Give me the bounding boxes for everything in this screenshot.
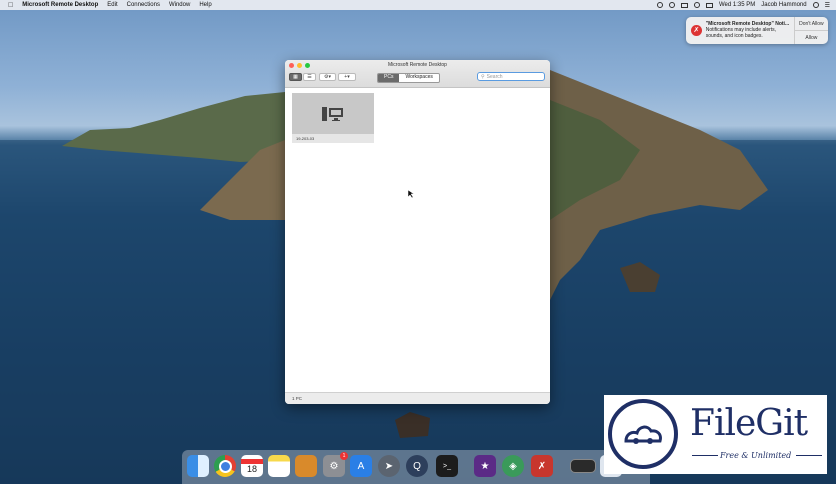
remote-desktop-window: Microsoft Remote Desktop ▦ ☰ ⚙▾ +▾ PCs W… bbox=[285, 60, 550, 404]
quicktime-icon[interactable]: Q bbox=[406, 455, 428, 477]
notes-icon[interactable] bbox=[268, 455, 290, 477]
dont-allow-button[interactable]: Don't Allow bbox=[795, 17, 828, 30]
notification-body: Notifications may include alerts, sounds… bbox=[705, 27, 777, 39]
window-titlebar: Microsoft Remote Desktop ▦ ☰ ⚙▾ +▾ PCs W… bbox=[285, 60, 550, 88]
screenshot-icon[interactable] bbox=[570, 459, 596, 473]
divider bbox=[692, 455, 718, 456]
mouse-cursor-icon bbox=[408, 190, 414, 198]
clock[interactable]: Wed 1:35 PM bbox=[719, 2, 755, 8]
gear-icon: ⚙▾ bbox=[324, 74, 331, 80]
grid-view-button[interactable]: ▦ bbox=[289, 73, 302, 81]
menu-bar:  Microsoft Remote Desktop Edit Connecti… bbox=[0, 0, 836, 10]
app-store-icon[interactable]: A bbox=[350, 455, 372, 477]
dock: 18 ⚙ 1 A ➤ Q >_ ★ ◈ ✗ bbox=[182, 450, 650, 484]
filegit-logo-icon bbox=[608, 399, 678, 469]
tab-workspaces[interactable]: Workspaces bbox=[399, 74, 439, 82]
system-preferences-icon[interactable]: ⚙ 1 bbox=[323, 452, 348, 477]
finder-icon[interactable] bbox=[187, 455, 209, 477]
notification-banner: ✗ "Microsoft Remote Desktop" Noti... Not… bbox=[686, 17, 828, 44]
preferences-badge: 1 bbox=[340, 452, 348, 460]
calendar-icon[interactable]: 18 bbox=[241, 455, 263, 477]
settings-button[interactable]: ⚙▾ bbox=[319, 73, 336, 81]
filegit-tagline: Free & Unlimited bbox=[720, 451, 792, 460]
books-icon[interactable] bbox=[295, 455, 317, 477]
plus-icon: +▾ bbox=[344, 74, 350, 80]
search-icon: ⚲ bbox=[481, 73, 485, 80]
app-menu[interactable]: Microsoft Remote Desktop bbox=[22, 2, 98, 8]
pc-tile[interactable]: 19-203-03 bbox=[292, 93, 374, 143]
menu-help[interactable]: Help bbox=[199, 2, 211, 8]
pc-name: 19-203-03 bbox=[292, 134, 374, 143]
chrome-icon[interactable] bbox=[214, 455, 236, 477]
filegit-watermark: FileGit Free & Unlimited bbox=[604, 395, 827, 474]
search-field[interactable]: ⚲ Search bbox=[477, 72, 545, 81]
terminal-icon[interactable]: >_ bbox=[436, 455, 458, 477]
imovie-icon[interactable]: ★ bbox=[474, 455, 496, 477]
pc-thumbnail bbox=[292, 93, 374, 134]
view-tabs: PCs Workspaces bbox=[377, 73, 440, 83]
wifi-icon[interactable] bbox=[669, 2, 675, 8]
remote-desktop-icon[interactable]: ✗ bbox=[531, 455, 553, 477]
user-name[interactable]: Jacob Hammond bbox=[761, 2, 806, 8]
remote-desktop-notification-icon: ✗ bbox=[691, 25, 702, 36]
search-icon[interactable] bbox=[812, 2, 819, 8]
search-placeholder: Search bbox=[486, 73, 503, 80]
add-button[interactable]: +▾ bbox=[338, 73, 356, 81]
calendar-day: 18 bbox=[246, 463, 257, 474]
status-icon[interactable] bbox=[657, 2, 663, 8]
window-title: Microsoft Remote Desktop bbox=[388, 62, 447, 68]
airplay-icon[interactable] bbox=[681, 2, 688, 8]
divider bbox=[796, 455, 822, 456]
list-view-button[interactable]: ☰ bbox=[303, 73, 316, 81]
volume-icon[interactable] bbox=[694, 2, 700, 8]
allow-button[interactable]: Allow bbox=[794, 30, 828, 44]
menu-window[interactable]: Window bbox=[169, 2, 190, 8]
network-icon[interactable]: ◈ bbox=[502, 455, 524, 477]
menu-connections[interactable]: Connections bbox=[127, 2, 160, 8]
desktop-computer-icon bbox=[322, 106, 343, 121]
status-bar: 1 PC bbox=[285, 392, 550, 404]
apple-menu-icon[interactable]:  bbox=[8, 2, 13, 9]
list-view-icon: ☰ bbox=[307, 74, 312, 80]
tab-pcs[interactable]: PCs bbox=[378, 74, 400, 82]
pc-grid: 19-203-03 bbox=[285, 88, 550, 393]
filegit-brand: FileGit bbox=[690, 403, 808, 444]
battery-icon[interactable] bbox=[706, 2, 713, 8]
launchpad-icon[interactable]: ➤ bbox=[378, 455, 400, 477]
menu-edit[interactable]: Edit bbox=[107, 2, 117, 8]
notification-center-icon[interactable]: ☰ bbox=[825, 2, 830, 9]
grid-view-icon: ▦ bbox=[293, 74, 298, 80]
